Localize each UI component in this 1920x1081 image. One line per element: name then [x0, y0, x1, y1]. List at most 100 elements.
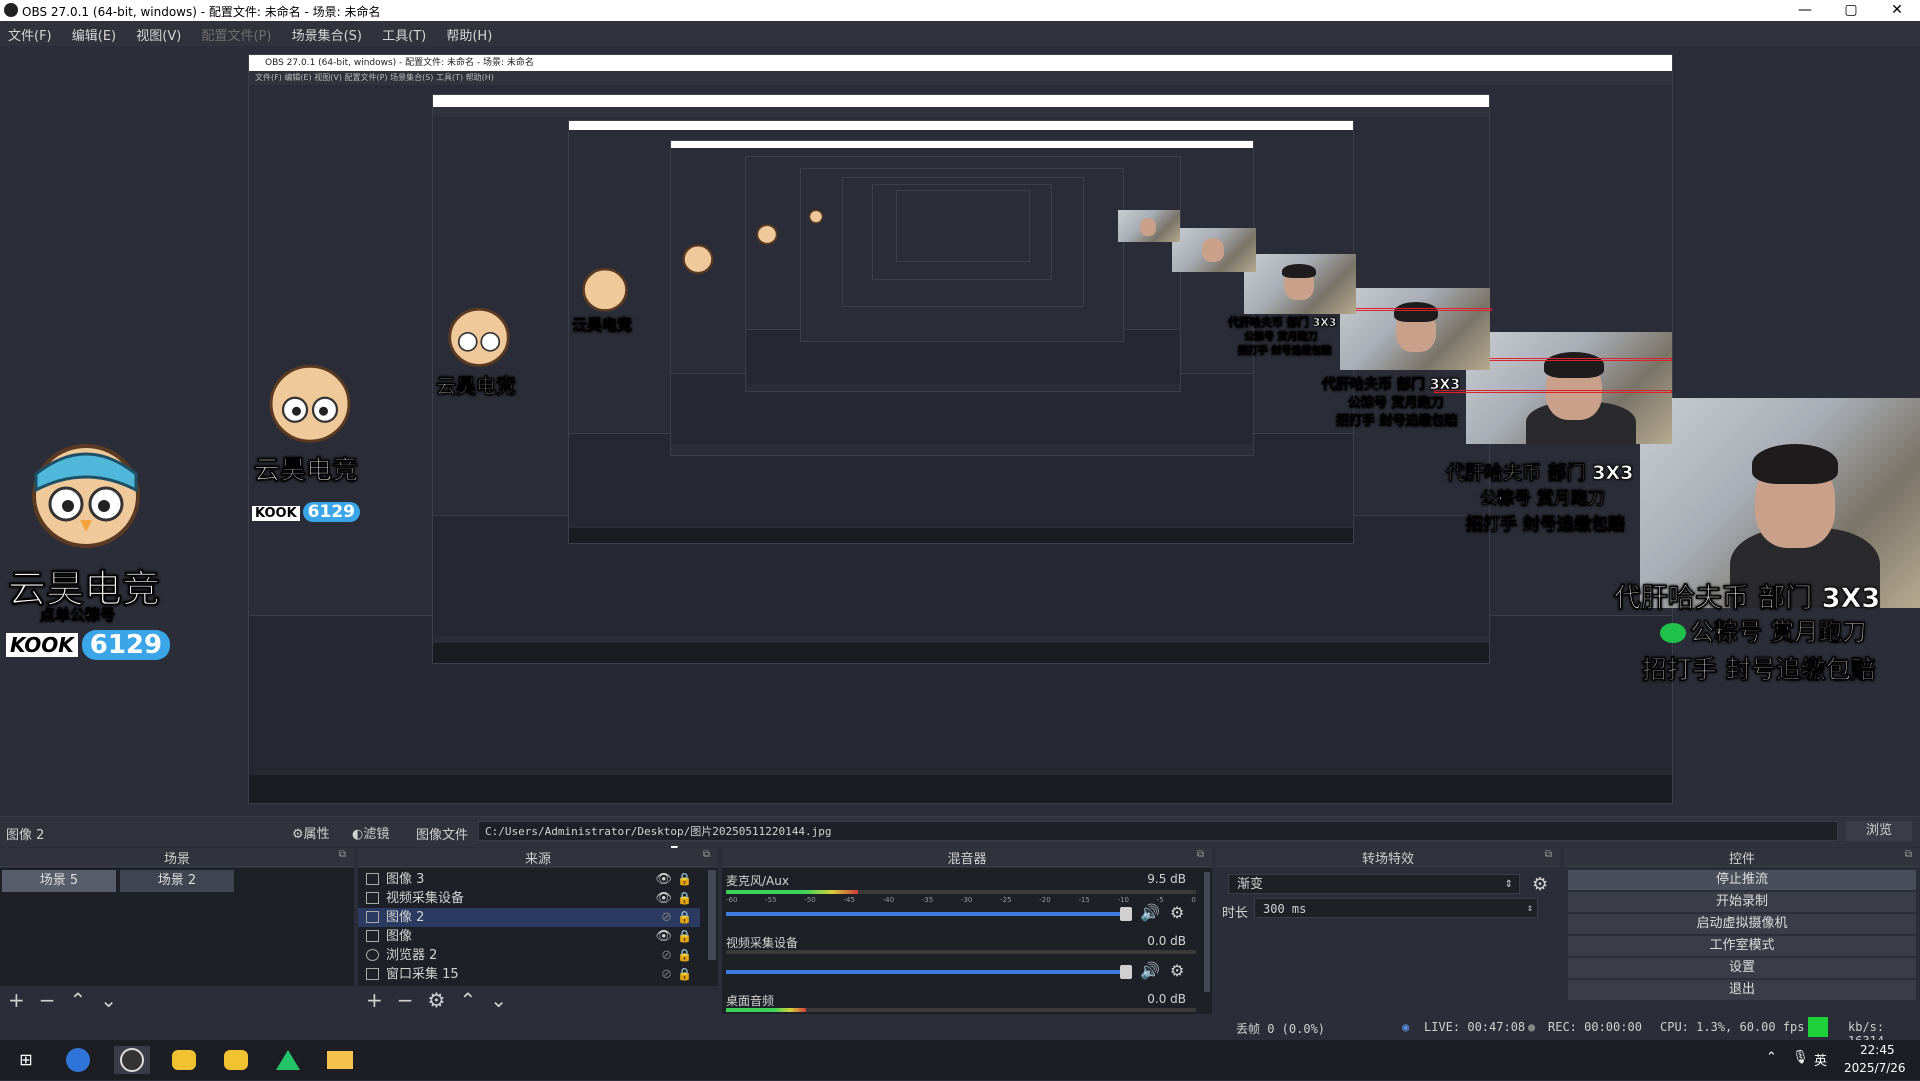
lock-icon[interactable]: 🔒 — [677, 946, 692, 965]
webcam-echo-1 — [1466, 332, 1672, 444]
eye-icon[interactable]: 👁 — [655, 870, 672, 889]
scenes-header: 场景 — [163, 852, 190, 867]
browse-button[interactable]: 浏览 — [1846, 821, 1912, 841]
exit-button[interactable]: 退出 — [1568, 980, 1916, 1000]
source-item[interactable]: 窗口采集 15 ⊘ 🔒 — [358, 965, 700, 984]
menu-edit[interactable]: 编辑(E) — [64, 21, 124, 44]
lock-icon[interactable]: 🔒 — [677, 927, 692, 946]
move-up-icon[interactable]: ⌃ — [70, 986, 87, 1014]
menu-help[interactable]: 帮助(H) — [438, 21, 500, 44]
obs-icon[interactable] — [120, 1048, 144, 1072]
owl-app-2-icon[interactable] — [224, 1050, 248, 1070]
lock-icon[interactable]: 🔒 — [677, 889, 692, 908]
scenes-list: 场景 5 场景 2 — [0, 868, 354, 986]
menu-scene-collection[interactable]: 场景集合(S) — [284, 21, 370, 44]
source-item[interactable]: 浏览器 2 ⊘ 🔒 — [358, 946, 700, 965]
filters-button[interactable]: ◐滤镜 — [352, 823, 389, 842]
dock-float-icon[interactable]: ⧉ — [339, 849, 346, 860]
meter-scale: -60 -55 -50 -45 -40 -35 -30 -25 -20 -15 -10 -5 0 — [726, 896, 1196, 904]
preview-canvas[interactable]: OBS 27.0.1 (64-bit, windows) - 配置文件: 未命名… — [0, 46, 1920, 816]
volume-slider[interactable] — [726, 970, 1126, 974]
transitions-header: 转场特效 — [1361, 852, 1414, 867]
clock-date[interactable]: 2025/7/26 — [1844, 1061, 1906, 1075]
source-toolbar: 图像 2 ⚙属性 ◐滤镜 图像文件 C:/Users/Administrator… — [0, 816, 1920, 847]
duration-spinbox[interactable]: 300 ms ⇕ — [1254, 898, 1538, 918]
mixer-header: 混音器 — [947, 852, 987, 867]
owl-brand-sub: 点单公粽号 — [40, 606, 116, 625]
transition-gear-icon[interactable]: ⚙ — [1532, 874, 1548, 895]
add-scene-icon[interactable]: + — [8, 986, 25, 1014]
triangle-app-icon[interactable] — [276, 1050, 300, 1070]
stop-streaming-button[interactable]: 停止推流 — [1568, 870, 1916, 890]
folder-icon[interactable] — [327, 1051, 353, 1069]
mixer-scrollbar[interactable] — [1204, 872, 1210, 992]
volume-slider[interactable] — [726, 912, 1126, 916]
move-down-icon[interactable]: ⌄ — [490, 986, 507, 1014]
channel-gear-icon[interactable]: ⚙ — [1170, 903, 1184, 922]
stream-health-indicator — [1808, 1017, 1828, 1037]
remove-scene-icon[interactable]: − — [39, 986, 56, 1014]
transitions-dock: 转场特效 ⧉ 渐变 ⇕ ⚙ 时长 300 ms ⇕ — [1216, 848, 1560, 1014]
menu-file[interactable]: 文件(F) — [0, 21, 60, 44]
lock-icon[interactable]: 🔒 — [677, 870, 692, 889]
image-path-field[interactable]: C:/Users/Administrator/Desktop/图片2025051… — [478, 821, 1838, 841]
scene-item-2[interactable]: 场景 2 — [120, 870, 234, 892]
source-settings-icon[interactable]: ⚙ — [428, 986, 446, 1014]
menu-tools[interactable]: 工具(T) — [374, 21, 434, 44]
nested-taskbar — [249, 775, 1672, 803]
speaker-icon[interactable]: 🔊 — [1140, 961, 1160, 980]
filter-icon: ◐ — [352, 827, 364, 842]
properties-button[interactable]: ⚙属性 — [292, 823, 330, 842]
lock-icon[interactable]: 🔒 — [677, 965, 692, 984]
maximize-button[interactable]: ▢ — [1828, 0, 1874, 21]
eye-hidden-icon[interactable]: ⊘ — [661, 908, 672, 927]
source-item[interactable]: 视频采集设备 👁 🔒 — [358, 889, 700, 908]
volume-slider-handle[interactable] — [1120, 965, 1132, 979]
clock-time[interactable]: 22:45 — [1860, 1043, 1895, 1057]
eye-icon[interactable]: 👁 — [655, 889, 672, 908]
speaker-icon[interactable]: 🔊 — [1140, 903, 1160, 922]
eye-hidden-icon[interactable]: ⊘ — [661, 946, 672, 965]
channel-gear-icon[interactable]: ⚙ — [1170, 961, 1184, 980]
start-virtual-camera-button[interactable]: 启动虚拟摄像机 — [1568, 914, 1916, 934]
settings-button[interactable]: 设置 — [1568, 958, 1916, 978]
windows-start-icon[interactable]: ⊞ — [12, 1046, 40, 1074]
volume-slider-handle[interactable] — [1120, 907, 1132, 921]
image-icon — [366, 911, 379, 923]
mixer-channel-mic: 麦克风/Aux 9.5 dB — [726, 872, 1186, 888]
mic-icon[interactable]: 🎙 — [1792, 1050, 1809, 1065]
mixer-dock: 混音器 ⧉ 麦克风/Aux 9.5 dB -60 -55 -50 -45 -40 -35 -3… — [722, 848, 1212, 1014]
sources-scrollbar[interactable] — [708, 870, 716, 960]
mixer-channel-desktop: 桌面音频 0.0 dB — [726, 992, 1186, 1008]
move-down-icon[interactable]: ⌄ — [100, 986, 117, 1014]
add-source-icon[interactable]: + — [366, 986, 383, 1014]
selected-source-name: 图像 2 — [6, 828, 45, 843]
close-button[interactable]: ✕ — [1874, 0, 1920, 21]
transition-select[interactable]: 渐变 ⇕ — [1228, 874, 1520, 894]
lock-icon[interactable]: 🔒 — [677, 908, 692, 927]
eye-icon[interactable]: 👁 — [655, 927, 672, 946]
scene-item-5[interactable]: 场景 5 — [2, 870, 116, 892]
webcam-echo-2 — [1340, 288, 1490, 370]
source-item[interactable]: 图像 👁 🔒 — [358, 927, 700, 946]
start-recording-button[interactable]: 开始录制 — [1568, 892, 1916, 912]
spin-icon[interactable]: ⇕ — [1527, 899, 1533, 919]
studio-mode-button[interactable]: 工作室模式 — [1568, 936, 1916, 956]
owl-kook-label: KOOK — [6, 633, 78, 657]
gear-icon: ⚙ — [292, 827, 304, 842]
browser-icon[interactable] — [66, 1048, 90, 1072]
source-item-selected[interactable]: 图像 2 ⊘ 🔒 — [358, 908, 700, 927]
controls-header: 控件 — [1728, 852, 1755, 867]
scenes-dock: 场景 ⧉ 场景 5 场景 2 + − ⌃ ⌄ — [0, 848, 354, 1014]
move-up-icon[interactable]: ⌃ — [459, 986, 476, 1014]
menu-profile: 配置文件(P) — [201, 29, 272, 44]
source-item[interactable]: 图像 3 👁 🔒 — [358, 870, 700, 889]
owl-app-icon[interactable] — [172, 1050, 196, 1070]
minimize-button[interactable]: — — [1782, 0, 1828, 21]
remove-source-icon[interactable]: − — [397, 986, 414, 1014]
nested-menu: 文件(F) 编辑(E) 视图(V) 配置文件(P) 场景集合(S) 工具(T) … — [249, 71, 1672, 85]
tray-expand-icon[interactable]: ⌃ — [1766, 1050, 1777, 1065]
ime-indicator[interactable]: 英 — [1814, 1050, 1827, 1069]
eye-hidden-icon[interactable]: ⊘ — [661, 965, 672, 984]
menu-view[interactable]: 视图(V) — [128, 21, 189, 44]
